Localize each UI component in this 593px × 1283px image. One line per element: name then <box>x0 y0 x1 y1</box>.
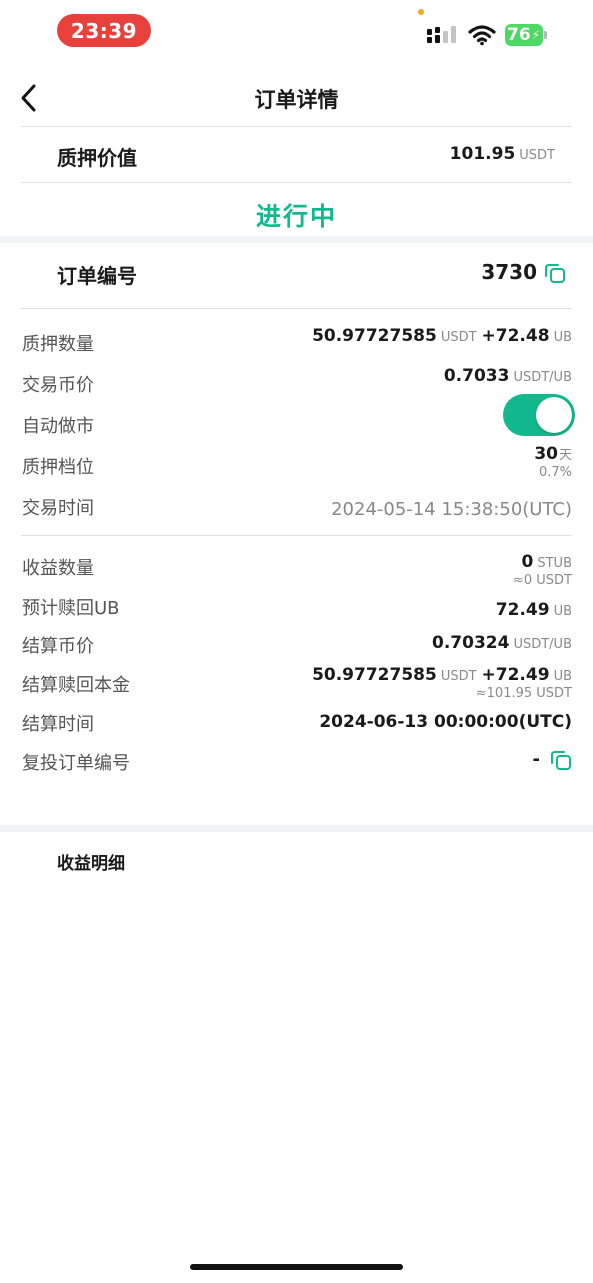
divider <box>21 308 572 309</box>
home-indicator[interactable] <box>190 1264 403 1270</box>
auto-market-label: 自动做市 <box>22 416 94 437</box>
settle-principal-value: 50.97727585 USDT +72.49 UB <box>312 665 572 685</box>
auto-market-toggle[interactable] <box>503 394 575 436</box>
divider <box>21 182 572 183</box>
earn-qty-value: 0 STUB <box>522 552 572 572</box>
pledge-tier-unit: 天 <box>558 448 572 463</box>
battery-level: 76 <box>507 25 531 45</box>
privacy-indicator-dot <box>418 9 424 15</box>
est-redeem-amount: 72.49 <box>495 600 550 620</box>
reinvest-no-value: - <box>532 749 540 770</box>
section-gap <box>0 825 593 832</box>
earn-qty-unit: STUB <box>537 556 572 571</box>
order-no-label: 订单编号 <box>57 264 137 288</box>
pledge-qty-extra-unit: UB <box>553 330 572 345</box>
trade-price-amount: 0.7033 <box>443 366 510 386</box>
trade-time-value: 2024-05-14 15:38:50(UTC) <box>331 499 572 520</box>
charging-bolt-icon: ⚡ <box>531 28 541 42</box>
earnings-section-title: 收益明细 <box>57 854 125 874</box>
copy-icon[interactable] <box>550 749 572 771</box>
earn-qty-label: 收益数量 <box>22 558 94 579</box>
pledge-tier-days: 30 <box>534 444 558 464</box>
pledge-value-unit: USDT <box>519 148 555 163</box>
est-redeem-unit: UB <box>553 604 572 619</box>
section-gap <box>0 236 593 243</box>
wifi-icon <box>468 25 496 46</box>
earn-qty-amount: 0 <box>521 552 534 572</box>
pledge-qty-amount: 50.97727585 <box>312 326 437 346</box>
settle-price-value: 0.70324 USDT/UB <box>432 633 572 653</box>
pledge-value-label: 质押价值 <box>57 146 137 170</box>
toggle-knob <box>536 397 572 433</box>
settle-principal-extra-unit: UB <box>553 669 572 684</box>
pledge-value-amount: 101.95 <box>449 144 516 164</box>
pledge-tier-value: 30 天 <box>534 444 572 464</box>
settle-time-label: 结算时间 <box>22 714 94 735</box>
divider <box>21 535 572 536</box>
status-badge: 进行中 <box>255 202 337 231</box>
est-redeem-label: 预计赎回UB <box>22 598 120 619</box>
settle-principal-unit: USDT <box>440 669 477 684</box>
settle-principal-extra: +72.49 <box>481 665 550 685</box>
settle-price-unit: USDT/UB <box>513 637 572 652</box>
pledge-qty-label: 质押数量 <box>22 334 94 355</box>
reinvest-no-label: 复投订单编号 <box>22 753 130 774</box>
trade-price-value: 0.7033 USDT/UB <box>444 366 572 386</box>
battery-indicator: 76 ⚡ <box>505 24 543 46</box>
pledge-tier-label: 质押档位 <box>22 457 94 478</box>
trade-price-unit: USDT/UB <box>513 370 572 385</box>
settle-price-amount: 0.70324 <box>432 633 510 653</box>
page-title: 订单详情 <box>254 88 339 112</box>
pledge-qty-value: 50.97727585 USDT +72.48 UB <box>312 326 572 346</box>
status-time: 23:39 <box>57 14 151 47</box>
earn-qty-approx: ≈0 USDT <box>512 573 572 588</box>
est-redeem-value: 72.49 UB <box>496 600 572 620</box>
trade-time-label: 交易时间 <box>22 498 94 519</box>
settle-principal-label: 结算赎回本金 <box>22 675 130 696</box>
pledge-qty-unit: USDT <box>440 330 477 345</box>
settle-price-label: 结算币价 <box>22 636 94 657</box>
battery-cap <box>544 31 547 39</box>
settle-principal-approx: ≈101.95 USDT <box>475 686 572 701</box>
settle-principal-amount: 50.97727585 <box>312 665 437 685</box>
cellular-signal-icon <box>427 26 456 43</box>
pledge-value: 101.95 USDT <box>450 144 555 164</box>
pledge-qty-extra: +72.48 <box>481 326 550 346</box>
copy-icon[interactable] <box>544 262 566 284</box>
settle-time-value: 2024-06-13 00:00:00(UTC) <box>319 712 572 732</box>
order-no: 3730 <box>481 260 537 284</box>
trade-price-label: 交易币价 <box>22 375 94 396</box>
header-divider <box>21 126 572 127</box>
pledge-tier-rate: 0.7% <box>538 465 572 480</box>
